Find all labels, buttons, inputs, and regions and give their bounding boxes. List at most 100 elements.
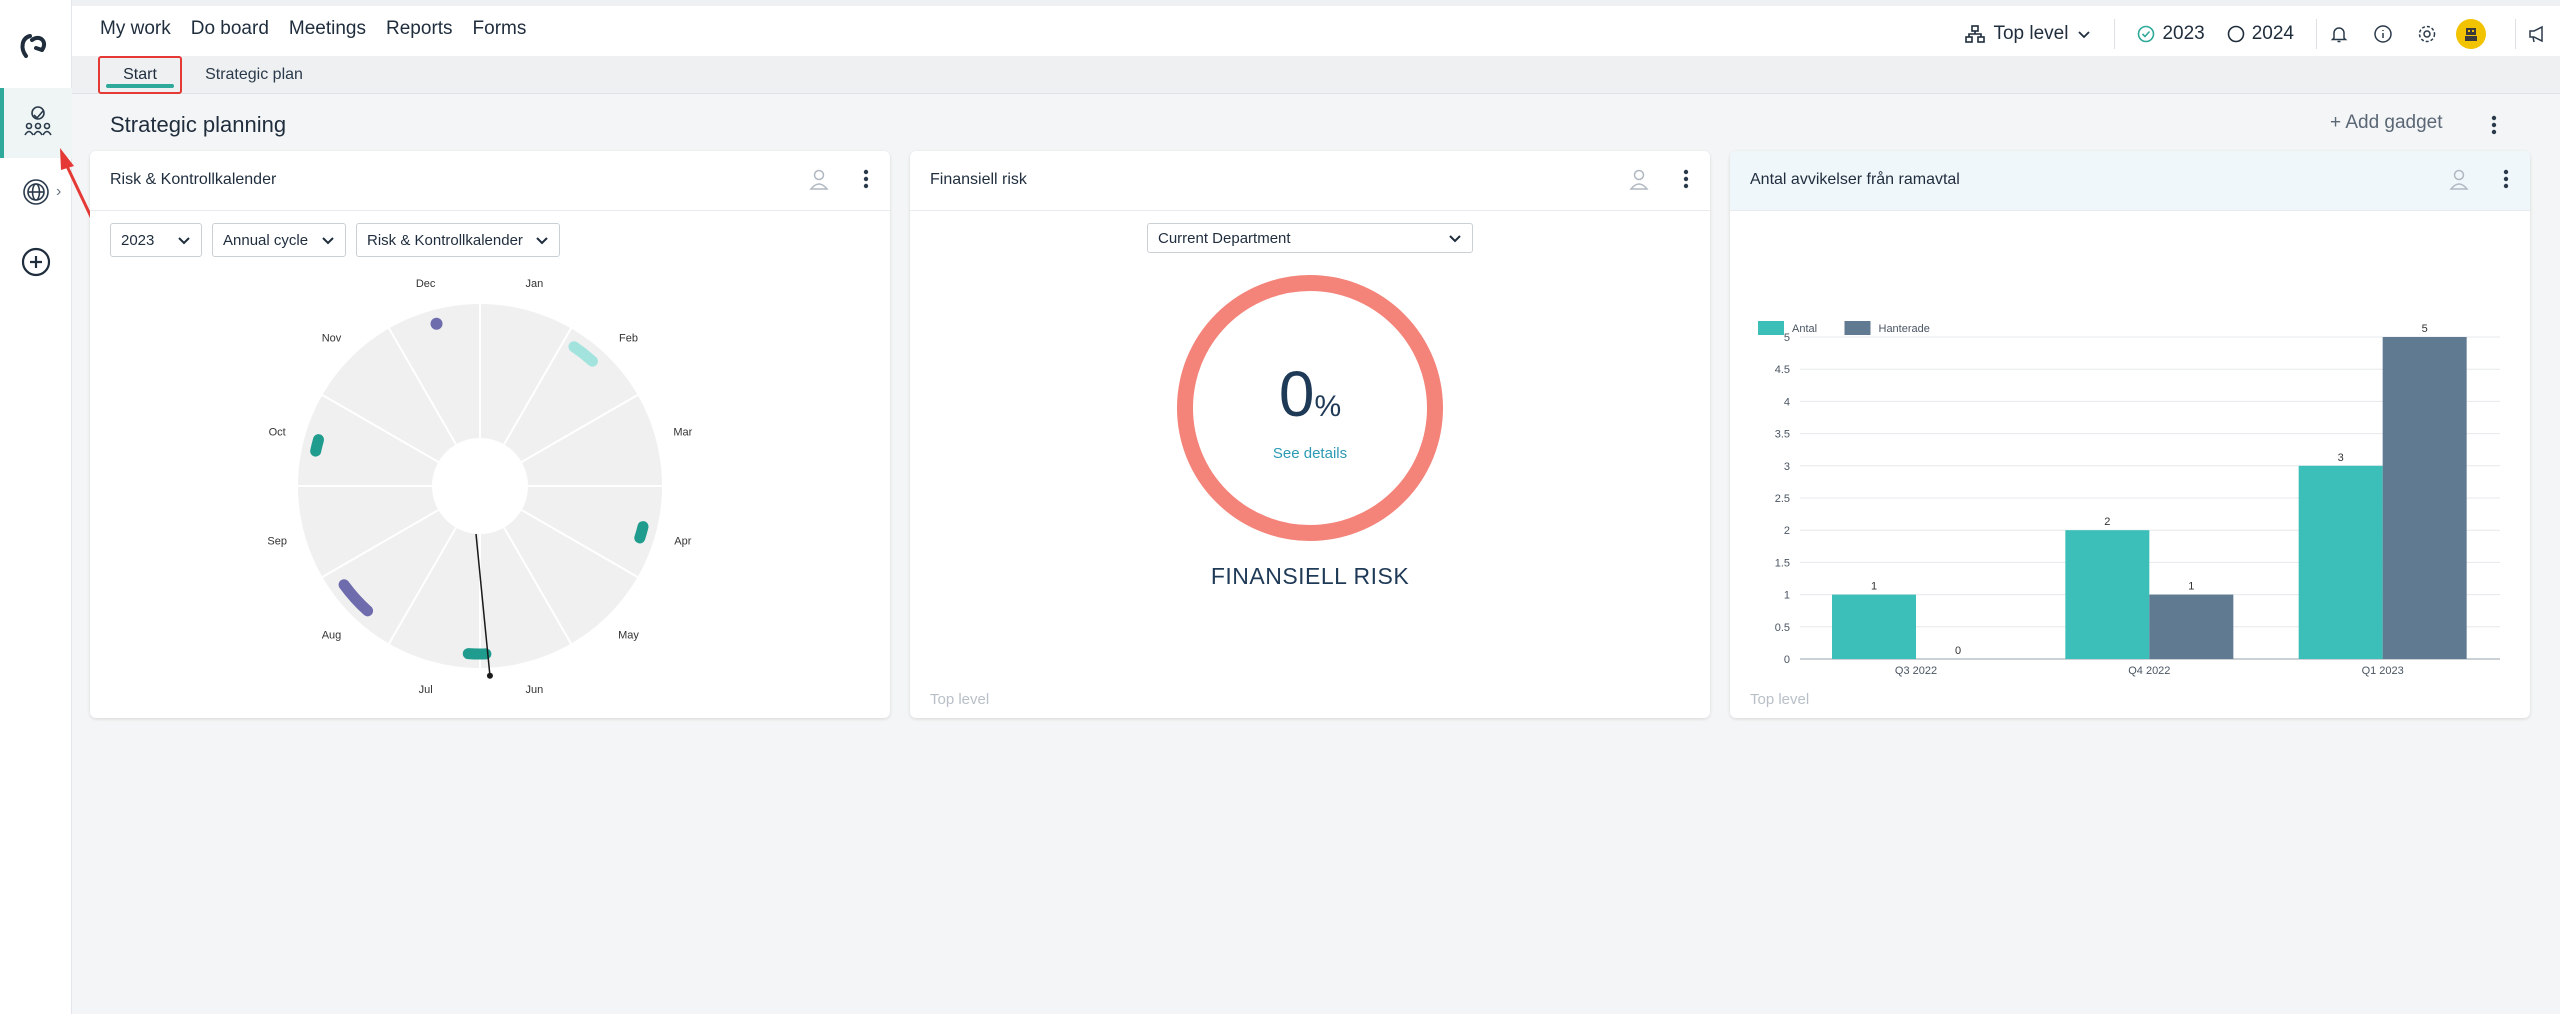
year-2024-toggle[interactable]: 2024 xyxy=(2227,23,2294,45)
month-label: Jul xyxy=(419,684,433,696)
bar-value-label: 3 xyxy=(2338,452,2344,464)
month-label: Jun xyxy=(525,684,543,696)
event-arc-apr[interactable] xyxy=(634,521,649,544)
gadget-header: Finansiell risk xyxy=(910,151,1710,211)
y-tick-label: 2.5 xyxy=(1775,493,1790,505)
year-select-value: 2023 xyxy=(121,231,155,249)
deviations-bar-chart: Antal Hanterade 0 0.5 1 1.5 2 2.5 3 3.5 4 4.5 5 1 0 Q3 … xyxy=(1758,321,2500,677)
annual-cycle-wheel[interactable]: Jan Feb Mar Apr May Jun Jul Aug Sep Oct Nov Dec xyxy=(250,271,730,701)
x-tick-label: Q4 2022 xyxy=(2128,665,2170,677)
page-title: Strategic planning xyxy=(110,112,287,137)
month-label: May xyxy=(618,629,639,641)
y-tick-label: 3 xyxy=(1784,461,1790,473)
gadget-title: Finansiell risk xyxy=(930,171,1027,188)
bar[interactable] xyxy=(2149,594,2234,659)
bar-value-label: 1 xyxy=(1871,581,1877,593)
y-tick-label: 2 xyxy=(1784,525,1790,537)
megaphone-icon[interactable] xyxy=(2516,24,2560,44)
month-label: Nov xyxy=(322,333,342,345)
tab-strategic-plan[interactable]: Strategic plan xyxy=(194,56,314,94)
bar[interactable] xyxy=(2298,465,2383,659)
person-icon[interactable] xyxy=(1628,168,1650,197)
calendar-select-value: Risk & Kontrollkalender xyxy=(367,231,523,249)
active-tab-indicator xyxy=(106,84,174,88)
department-select-value: Current Department xyxy=(1158,229,1291,247)
y-tick-label: 4.5 xyxy=(1775,364,1790,376)
gadget-footer: Top level xyxy=(1750,691,1810,708)
gear-icon[interactable] xyxy=(2405,24,2449,44)
month-label: Jan xyxy=(525,278,543,290)
more-options-icon[interactable] xyxy=(1682,168,1690,195)
risk-value: 0 xyxy=(1278,358,1315,430)
y-tick-label: 0 xyxy=(1784,654,1790,666)
x-tick-label: Q1 2023 xyxy=(2362,665,2404,677)
gadget-footer: Top level xyxy=(930,691,990,708)
x-tick-label: Q3 2022 xyxy=(1895,665,1937,677)
chevron-down-icon xyxy=(178,237,190,245)
wheel-center xyxy=(432,438,528,534)
cycle-select[interactable]: Annual cycle xyxy=(212,223,346,257)
nav-reports[interactable]: Reports xyxy=(386,18,453,40)
bar-value-label: 5 xyxy=(2422,323,2428,335)
hierarchy-icon xyxy=(1965,25,1986,43)
level-label: Top level xyxy=(1993,23,2069,44)
legend-swatch xyxy=(1758,321,1784,335)
bar-value-label: 1 xyxy=(2188,581,2194,593)
more-options-icon[interactable] xyxy=(862,168,870,195)
legend-label: Antal xyxy=(1792,323,1817,335)
month-label: Mar xyxy=(673,427,692,439)
info-icon[interactable] xyxy=(2361,24,2405,44)
today-needle-tip xyxy=(486,672,493,679)
tab-start[interactable]: Start xyxy=(98,56,182,94)
see-details-link[interactable]: See details xyxy=(1175,445,1445,462)
month-label: Sep xyxy=(267,535,287,547)
bar-value-label: 2 xyxy=(2104,516,2110,528)
bar[interactable] xyxy=(2065,530,2150,659)
chevron-down-icon xyxy=(2078,31,2091,39)
calendar-select[interactable]: Risk & Kontrollkalender xyxy=(356,223,560,257)
year-2023-toggle[interactable]: 2023 xyxy=(2137,23,2205,45)
nav-my-work[interactable]: My work xyxy=(100,18,171,40)
year-select[interactable]: 2023 xyxy=(110,223,202,257)
gadget-risk-calendar: Risk & Kontrollkalender 2023 Annual cycl… xyxy=(90,151,890,718)
main-nav: My work Do board Meetings Reports Forms xyxy=(100,18,526,40)
user-avatar[interactable] xyxy=(2449,19,2493,49)
bell-icon[interactable] xyxy=(2317,24,2361,44)
app-logo-icon[interactable] xyxy=(14,26,54,66)
more-options-icon[interactable] xyxy=(2502,168,2510,195)
legend-swatch xyxy=(1844,321,1871,335)
level-selector[interactable]: Top level xyxy=(1965,19,2116,49)
sub-tabs: Start Strategic plan xyxy=(72,56,2560,94)
legend-label: Hanterade xyxy=(1879,323,1930,335)
page-more-icon[interactable] xyxy=(2490,114,2498,141)
event-dot-dec[interactable] xyxy=(430,317,443,330)
risk-percentage: 0% xyxy=(1175,357,1445,431)
event-arc-oct[interactable] xyxy=(310,434,325,457)
tab-start-label: Start xyxy=(123,66,157,83)
gadget-title: Risk & Kontrollkalender xyxy=(110,171,277,188)
month-label: Feb xyxy=(619,333,638,345)
gadget-title: Antal avvikelser från ramavtal xyxy=(1750,171,1960,188)
bar[interactable] xyxy=(1832,594,1916,659)
nav-forms[interactable]: Forms xyxy=(473,18,527,40)
calendar-filters: 2023 Annual cycle Risk & Kontrollkalende… xyxy=(110,223,560,257)
risk-name: FINANSIELL RISK xyxy=(1210,563,1410,589)
gadget-financial-risk: Finansiell risk Current Department 0% Se… xyxy=(910,151,1710,718)
cycle-select-value: Annual cycle xyxy=(223,231,309,249)
add-gadget-button[interactable]: + Add gadget xyxy=(2330,112,2443,134)
person-icon[interactable] xyxy=(808,168,830,197)
risk-unit: % xyxy=(1314,390,1342,423)
risk-gauge: 0% See details xyxy=(1175,273,1445,543)
top-bar: My work Do board Meetings Reports Forms … xyxy=(72,0,2560,56)
month-label: Apr xyxy=(674,535,691,547)
nav-meetings[interactable]: Meetings xyxy=(289,18,366,40)
year-current: 2023 xyxy=(2162,23,2205,44)
check-circle-icon xyxy=(2138,25,2155,43)
month-label: Dec xyxy=(416,278,436,290)
nav-do-board[interactable]: Do board xyxy=(191,18,269,40)
person-icon[interactable] xyxy=(2448,168,2470,197)
toolbar-right: Top level 2023 2024 xyxy=(1965,12,2560,56)
chevron-down-icon xyxy=(322,237,334,245)
department-select[interactable]: Current Department xyxy=(1147,223,1473,253)
bar[interactable] xyxy=(2382,337,2467,659)
